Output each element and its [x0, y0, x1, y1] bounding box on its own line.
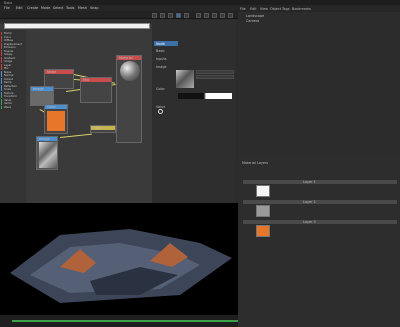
material-preview: [120, 61, 140, 81]
om-menu-item[interactable]: Bookmarks: [292, 7, 311, 11]
om-menu-item[interactable]: Object: [270, 7, 281, 11]
tool-button[interactable]: [196, 12, 201, 18]
object-manager: File Edit View Object Tags Bookmarks Lan…: [238, 6, 400, 154]
gradient-ramp[interactable]: [178, 93, 232, 99]
menu-item-7[interactable]: Snap: [90, 6, 99, 10]
texture-preview: [176, 70, 194, 88]
image-thumbnail: [39, 142, 57, 168]
tool-button[interactable]: [220, 12, 225, 18]
node-wire: [60, 133, 92, 138]
layer-name: Layer 1: [303, 180, 316, 185]
menu-item-5[interactable]: Tools: [66, 6, 74, 10]
menu-item-3[interactable]: Mode: [41, 6, 50, 10]
tool-button-active[interactable]: [176, 12, 181, 18]
progress-bar: [12, 320, 238, 322]
attr-tab-label: Node: [156, 41, 165, 46]
node-title: Color: [47, 105, 56, 109]
tool-button[interactable]: [160, 12, 165, 18]
window-title: Bake: [4, 0, 13, 5]
attr-field[interactable]: [196, 70, 234, 74]
landscape-render: [10, 229, 232, 303]
tool-button[interactable]: [152, 12, 157, 18]
attr-field[interactable]: [196, 75, 234, 79]
layer-swatch[interactable]: [256, 225, 270, 237]
node-title: Value: [93, 126, 103, 130]
node-title: Image: [39, 137, 50, 141]
attr-label: Basic: [156, 49, 165, 53]
layer-swatch[interactable]: [256, 205, 270, 217]
node-title: Noise: [47, 70, 57, 74]
node-search-input[interactable]: [4, 23, 150, 29]
om-menu-item[interactable]: View: [260, 7, 268, 11]
om-menu-item[interactable]: Tags: [282, 7, 290, 11]
tool-button[interactable]: [228, 12, 233, 18]
node-editor[interactable]: Bump Color Diffuse Displacement Emission…: [0, 19, 152, 203]
object-item[interactable]: Camera: [246, 19, 259, 23]
node-color[interactable]: Color: [44, 104, 68, 134]
attr-label: Color: [156, 87, 165, 91]
attr-tab[interactable]: Node: [154, 41, 178, 46]
material-layers-panel: Material Layers Layer 1 Layer 2 Layer 3: [238, 156, 400, 327]
object-item[interactable]: Landscape: [246, 14, 264, 18]
node-image[interactable]: Image: [30, 86, 54, 106]
layer-header[interactable]: Layer 2: [243, 200, 397, 204]
layer-name: Layer 3: [303, 220, 316, 225]
menu-item-0[interactable]: File: [4, 6, 10, 10]
layer-name: Layer 2: [303, 200, 316, 205]
node-material[interactable]: Material: [116, 55, 142, 143]
panel-title: Material Layers: [242, 161, 269, 165]
color-swatch: [47, 111, 65, 131]
tool-button[interactable]: [184, 12, 189, 18]
menu-item-4[interactable]: Select: [53, 6, 63, 10]
node-list-item[interactable]: Wave: [1, 105, 25, 109]
layer-header[interactable]: Layer 1: [243, 180, 397, 184]
attribute-panel: Node Basic Inputs Image Color Value: [152, 19, 236, 203]
node-title: Mix: [83, 78, 89, 82]
menu-item-1[interactable]: Edit: [16, 6, 23, 10]
object-manager-menu: File Edit View Object Tags Bookmarks: [238, 6, 400, 12]
node-mix[interactable]: Mix: [80, 77, 112, 103]
menu-item-2[interactable]: Create: [27, 6, 38, 10]
om-menu-item[interactable]: File: [240, 7, 246, 11]
menu-item-6[interactable]: Mesh: [78, 6, 87, 10]
gear-icon[interactable]: [158, 109, 163, 114]
layer-swatch[interactable]: [256, 185, 270, 197]
node-title: Image: [33, 87, 44, 91]
layer-header[interactable]: Layer 3: [243, 220, 397, 224]
om-menu-item[interactable]: Edit: [250, 7, 257, 11]
tool-button[interactable]: [168, 12, 173, 18]
tool-button[interactable]: [204, 12, 209, 18]
node-title: Material: [119, 56, 133, 60]
node-list: Bump Color Diffuse Displacement Emission…: [0, 30, 26, 203]
3d-viewport[interactable]: [0, 203, 238, 315]
node-value[interactable]: Value: [90, 125, 116, 133]
node-image[interactable]: Image: [36, 136, 58, 170]
attr-label: Inputs: [156, 57, 167, 61]
tool-button[interactable]: [212, 12, 217, 18]
attr-label: Image: [156, 65, 167, 69]
